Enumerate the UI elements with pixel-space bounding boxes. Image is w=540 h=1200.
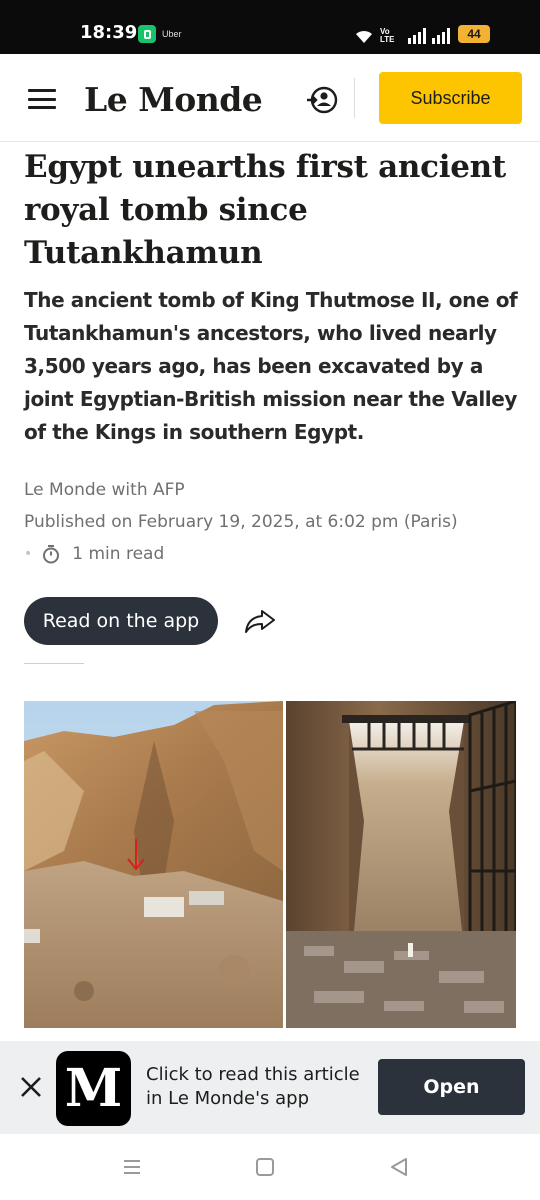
home-icon[interactable] — [256, 1158, 274, 1176]
recents-icon[interactable] — [122, 1158, 142, 1176]
system-nav-bar — [0, 1134, 540, 1200]
app-banner: M Click to read this article in Le Monde… — [0, 1041, 540, 1134]
battery-icon: 44 — [458, 25, 490, 43]
uber-notification-icon — [138, 25, 156, 43]
article-title: Egypt unearths first ancient royal tomb … — [24, 149, 506, 271]
stopwatch-icon — [43, 545, 60, 564]
article-meta: Le Monde with AFP Published on February … — [24, 474, 524, 570]
article-author: Le Monde with AFP — [24, 480, 185, 500]
account-icon[interactable] — [306, 85, 338, 115]
status-bar: 18:39 Uber Vo LTE 44 — [0, 0, 540, 54]
read-time: • 1 min read — [24, 538, 524, 570]
volte-indicator: Vo LTE — [380, 27, 395, 44]
tomb-photo-illustration — [24, 701, 516, 1028]
signal-icon-2 — [432, 28, 450, 44]
notification-app-label: Uber — [162, 29, 182, 39]
article-divider — [24, 663, 84, 664]
article-photo[interactable] — [24, 701, 516, 1028]
open-app-button[interactable]: Open — [378, 1059, 525, 1115]
le-monde-app-logo: M — [56, 1051, 131, 1126]
status-time: 18:39 — [80, 22, 138, 43]
site-header: Le Monde Subscribe — [0, 54, 540, 142]
separator-dot: • — [24, 546, 33, 562]
close-icon[interactable] — [18, 1074, 44, 1100]
article-lede: The ancient tomb of King Thutmose II, on… — [24, 288, 518, 444]
share-icon[interactable] — [244, 608, 276, 634]
read-on-app-button[interactable]: Read on the app — [24, 597, 218, 645]
read-time-label: 1 min read — [72, 544, 165, 564]
publish-date: Published on February 19, 2025, at 6:02 … — [24, 512, 458, 532]
header-divider — [354, 78, 355, 118]
menu-icon[interactable] — [28, 89, 56, 109]
signal-icon — [408, 28, 426, 44]
le-monde-logo[interactable]: Le Monde — [84, 80, 263, 119]
wifi-icon — [356, 30, 372, 43]
subscribe-button[interactable]: Subscribe — [379, 72, 522, 124]
back-icon[interactable] — [388, 1156, 410, 1178]
app-banner-text: Click to read this article in Le Monde's… — [146, 1064, 360, 1109]
